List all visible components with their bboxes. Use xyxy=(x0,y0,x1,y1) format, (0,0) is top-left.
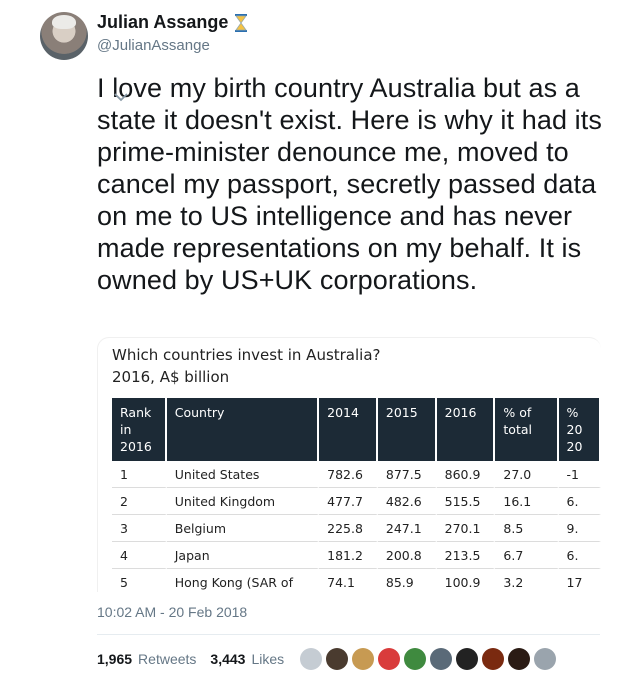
cell-2016: 270.1 xyxy=(436,515,496,542)
cell-country: Japan xyxy=(166,542,320,569)
table-row: 2 United Kingdom 477.7 482.6 515.5 16.1 6. xyxy=(112,488,601,515)
cell-country: Hong Kong (SAR of xyxy=(167,569,320,592)
liker-avatar[interactable] xyxy=(508,648,530,670)
likes-label[interactable]: Likes xyxy=(251,651,284,667)
cell-2016: 100.9 xyxy=(437,569,496,592)
header-rank: Rank in 2016 xyxy=(112,398,167,461)
cell-country: United Kingdom xyxy=(166,488,320,515)
cell-2016: 213.5 xyxy=(436,542,496,569)
header-2014: 2014 xyxy=(319,398,378,461)
cell-rank: 5 xyxy=(112,569,167,592)
cell-rank: 1 xyxy=(112,461,167,488)
cell-2015: 85.9 xyxy=(378,569,437,592)
header-pct-total: % of total xyxy=(495,398,559,461)
cell-pct-change: 9. xyxy=(558,515,601,542)
liker-avatar[interactable] xyxy=(326,648,348,670)
header-2016: 2016 xyxy=(436,398,496,461)
retweets-count[interactable]: 1,965 xyxy=(97,651,132,667)
cell-2016: 860.9 xyxy=(436,461,496,488)
cell-2015: 247.1 xyxy=(377,515,437,542)
liker-avatar[interactable] xyxy=(378,648,400,670)
cell-2014: 782.6 xyxy=(319,461,378,488)
cell-pct-change: 6. xyxy=(558,542,601,569)
cell-pct-change: 17 xyxy=(559,569,601,592)
tweet-timestamp[interactable]: 10:02 AM - 20 Feb 2018 xyxy=(97,604,247,620)
header-pct-change: % 20 20 xyxy=(558,398,601,461)
table-row: 3 Belgium 225.8 247.1 270.1 8.5 9. xyxy=(112,515,601,542)
cell-pct-total: 3.2 xyxy=(495,569,559,592)
likes-count[interactable]: 3,443 xyxy=(210,651,245,667)
cell-2014: 477.7 xyxy=(319,488,378,515)
tweet-media-image[interactable]: Which countries invest in Australia? 201… xyxy=(97,337,601,592)
tweet-text: I love my birth country Australia but as… xyxy=(97,73,602,295)
liker-avatar[interactable] xyxy=(404,648,426,670)
author-display-name[interactable]: Julian Assange xyxy=(97,12,228,33)
chevron-down-icon[interactable] xyxy=(113,90,129,104)
liker-avatar[interactable] xyxy=(456,648,478,670)
cell-pct-change: -1 xyxy=(558,461,601,488)
default-avatar[interactable] xyxy=(300,648,322,670)
hourglass-icon xyxy=(235,13,248,32)
retweets-label[interactable]: Retweets xyxy=(138,651,196,667)
cell-pct-change: 6. xyxy=(558,488,601,515)
tweet-stats: 1,965 Retweets 3,443 Likes xyxy=(97,651,292,667)
liker-avatar[interactable] xyxy=(430,648,452,670)
header-country: Country xyxy=(166,398,320,461)
cell-pct-total: 6.7 xyxy=(495,542,559,569)
cell-country: Belgium xyxy=(166,515,320,542)
cell-2015: 482.6 xyxy=(377,488,437,515)
cell-2014: 181.2 xyxy=(319,542,378,569)
author-name-row: Julian Assange xyxy=(97,12,248,33)
divider xyxy=(97,634,600,635)
header-2015: 2015 xyxy=(377,398,437,461)
table-header-row: Rank in 2016 Country 2014 2015 2016 % of… xyxy=(112,398,601,461)
cell-rank: 4 xyxy=(112,542,167,569)
liker-avatar[interactable] xyxy=(482,648,504,670)
cell-2016: 515.5 xyxy=(436,488,496,515)
cell-country: United States xyxy=(166,461,320,488)
investment-table: Rank in 2016 Country 2014 2015 2016 % of… xyxy=(112,398,601,592)
cell-pct-total: 16.1 xyxy=(495,488,559,515)
liker-avatar[interactable] xyxy=(352,648,374,670)
liker-avatar[interactable] xyxy=(534,648,556,670)
author-avatar[interactable] xyxy=(40,12,88,60)
media-title: Which countries invest in Australia? xyxy=(112,346,381,364)
liker-avatars xyxy=(300,648,556,670)
cell-rank: 2 xyxy=(112,488,167,515)
author-handle[interactable]: @JulianAssange xyxy=(97,37,210,54)
table-row: 5 Hong Kong (SAR of 74.1 85.9 100.9 3.2 17 xyxy=(112,569,601,592)
table-row: 4 Japan 181.2 200.8 213.5 6.7 6. xyxy=(112,542,601,569)
cell-pct-total: 8.5 xyxy=(495,515,559,542)
table-row: 1 United States 782.6 877.5 860.9 27.0 -1 xyxy=(112,461,601,488)
media-subtitle: 2016, A$ billion xyxy=(112,368,230,386)
cell-2015: 877.5 xyxy=(377,461,437,488)
cell-rank: 3 xyxy=(112,515,167,542)
cell-2015: 200.8 xyxy=(377,542,437,569)
cell-pct-total: 27.0 xyxy=(495,461,559,488)
cell-2014: 74.1 xyxy=(319,569,378,592)
cell-2014: 225.8 xyxy=(319,515,378,542)
